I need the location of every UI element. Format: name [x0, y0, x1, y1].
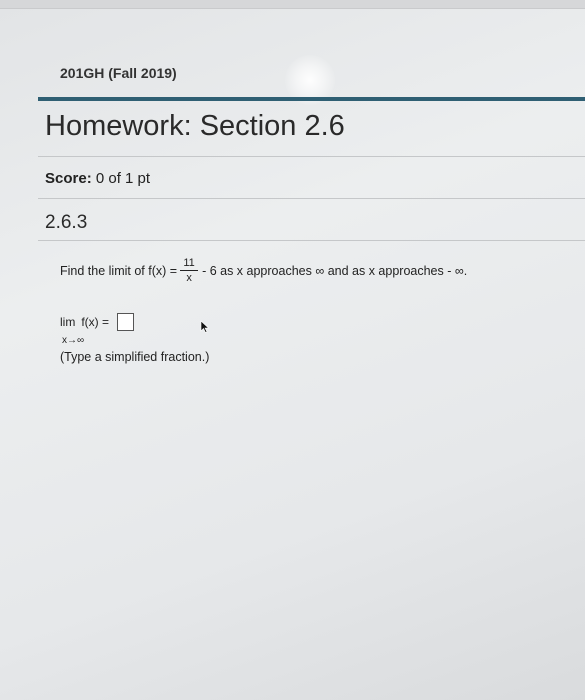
fraction-numerator: 11: [183, 257, 195, 269]
divider: [38, 156, 585, 157]
answer-input[interactable]: [117, 313, 134, 331]
limit-answer-area: lim f(x) = x→∞ (Type a simplified fracti…: [60, 313, 209, 364]
problem-statement: Find the limit of f(x) = 11 x - 6 as x a…: [60, 257, 467, 284]
browser-top-edge: [0, 0, 585, 9]
limit-subscript: x→∞: [62, 335, 85, 346]
assignment-title: Homework: Section 2.6: [45, 110, 345, 142]
fraction-denominator: x: [186, 272, 192, 284]
score-value: 0 of 1 pt: [95, 170, 151, 187]
fraction: 11 x: [180, 257, 199, 284]
mouse-pointer-icon: [200, 320, 210, 333]
limit-expression: lim f(x) =: [60, 313, 209, 331]
divider: [38, 198, 585, 199]
question-number: 2.6.3: [45, 212, 88, 233]
answer-hint: (Type a simplified fraction.): [60, 350, 210, 364]
limit-label: lim: [60, 315, 76, 329]
header-divider: [38, 97, 585, 101]
course-title: 201GH (Fall 2019): [60, 65, 177, 81]
problem-text-before: Find the limit of f(x) =: [60, 263, 178, 278]
divider: [38, 240, 585, 241]
limit-function: f(x) =: [81, 315, 109, 329]
score: Score: 0 of 1 pt: [45, 170, 150, 187]
fraction-bar: [180, 270, 199, 271]
problem-text-after: - 6 as x approaches ∞ and as x approache…: [202, 263, 468, 278]
score-label: Score:: [45, 170, 92, 187]
